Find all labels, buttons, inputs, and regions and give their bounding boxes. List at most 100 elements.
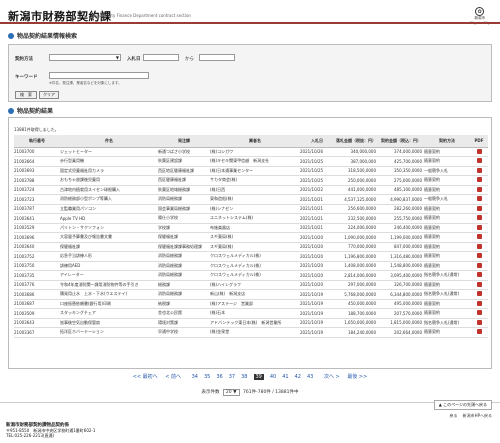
- pdf-icon[interactable]: [476, 300, 482, 306]
- table-cell[interactable]: ジェットヒーター: [60, 147, 158, 157]
- table-row[interactable]: 21003750 訓練用AED 消防局総務課 クロスウェルメディカル(株) 2021/1…: [14, 261, 488, 271]
- table-cell: (株)金泉堂: [210, 327, 300, 338]
- page-link[interactable]: 36: [216, 374, 222, 380]
- table-cell[interactable]: 保健福祉課: [60, 242, 158, 252]
- table-cell: 西区健康福祉課: [158, 175, 210, 186]
- date-to-input[interactable]: [199, 54, 235, 61]
- page-link[interactable]: 39: [253, 374, 264, 380]
- pdf-icon[interactable]: [476, 262, 482, 268]
- table-row[interactable]: 21003752 応急手当訓練人形 消防局総務課 クロスウェルメディカル(株) 2021…: [14, 251, 488, 262]
- table-row[interactable]: 21003700 ジェットヒーター 新通つばさ小学校 (株)コシガワ 2021/10/2…: [14, 147, 488, 157]
- page-link[interactable]: 35: [204, 374, 210, 380]
- pdf-icon[interactable]: [476, 253, 482, 259]
- table-cell: 新山(株) 新潟支店: [210, 289, 300, 300]
- table-cell: クロスウェルメディカル(株): [210, 251, 300, 262]
- table-cell[interactable]: 立監職業用パソコン: [60, 204, 158, 214]
- table-cell[interactable]: Apple TV HD: [60, 213, 158, 224]
- pdf-icon[interactable]: [476, 272, 482, 278]
- pdf-icon[interactable]: [476, 291, 482, 297]
- table-cell: 255,750,0000: [378, 213, 424, 224]
- pdf-icon[interactable]: [476, 205, 482, 211]
- table-row[interactable]: 21003776 令和4年度消防関一課用消防物件等の手引き 総務課 (株)ハイレグラフ…: [14, 280, 488, 290]
- table-cell[interactable]: 古津地内植栽用スイセン球根購入: [60, 185, 158, 195]
- table-cell: 2021/10/22: [300, 185, 334, 195]
- page-link[interactable]: 40: [270, 374, 276, 380]
- table-cell[interactable]: 皆事後空気自動保管扇: [60, 318, 158, 328]
- last-page-link[interactable]: 最後 >>: [347, 374, 367, 380]
- first-page-link[interactable]: << 最初へ: [133, 374, 158, 380]
- table-cell[interactable]: 応急手当訓練人形: [60, 251, 158, 262]
- pdf-icon[interactable]: [476, 310, 482, 316]
- table-cell: 184,240,0000: [334, 327, 378, 338]
- pdf-icon[interactable]: [476, 234, 482, 240]
- table-row[interactable]: 21003509 スタッキングチェア 舎也北公民館 (株)石本 2021/10/19 18…: [14, 308, 488, 319]
- pdf-icon[interactable]: [476, 167, 482, 173]
- pdf-icon[interactable]: [476, 329, 482, 335]
- per-page-select[interactable]: 20 ▼: [222, 389, 240, 396]
- pdf-icon[interactable]: [476, 148, 482, 154]
- pdf-icon[interactable]: [476, 158, 482, 164]
- pdf-icon[interactable]: [476, 281, 482, 287]
- table-cell: 340,000,000: [334, 147, 378, 157]
- search-button[interactable]: 検 索: [15, 91, 37, 99]
- prev-page-link[interactable]: < 前へ: [165, 374, 181, 380]
- clear-button[interactable]: クリア: [39, 91, 59, 99]
- table-cell[interactable]: アイレーター: [60, 270, 158, 281]
- table-row[interactable]: 21003693 固定式児童福祉用カメラ 西区地区健康福祉課 (株)日本通事業センター…: [14, 166, 488, 176]
- pdf-icon[interactable]: [476, 177, 482, 183]
- table-cell[interactable]: 口座振替依頼書(銀行用)印刷: [60, 299, 158, 309]
- page-top-link[interactable]: ▲ このページの先頭へ戻る: [433, 400, 492, 410]
- table-cell: 一般競争入札: [424, 166, 470, 176]
- table-cell[interactable]: スタッキングチェア: [60, 308, 158, 319]
- method-select[interactable]: ▼: [49, 54, 121, 61]
- table-cell[interactable]: おもちゃ放課後児童用: [60, 175, 158, 186]
- table-row[interactable]: 21003787 立監職業用パソコン 国会事業局総務課 (株)シナゼン 2021/10/…: [14, 204, 488, 214]
- table-cell[interactable]: 大容量予算書及び報告書文書: [60, 232, 158, 243]
- city-hp-link[interactable]: 新潟市HPへ戻る: [463, 413, 492, 418]
- table-cell: 2021/10/20: [300, 280, 334, 290]
- page-link[interactable]: 37: [229, 374, 235, 380]
- pdf-icon[interactable]: [476, 224, 482, 230]
- search-section-heading: 物品契約結果情報検索: [8, 31, 492, 40]
- table-cell[interactable]: 歩行型乗用機: [60, 156, 158, 167]
- page-link[interactable]: 34: [192, 374, 198, 380]
- table-row[interactable]: 21003788 おもちゃ放課後児童用 西区健康福祉課 サカタ商会(株) 2021/10…: [14, 175, 488, 186]
- table-cell[interactable]: 消防総務部小型ポンプ等購入: [60, 194, 158, 205]
- pdf-icon[interactable]: [476, 243, 482, 249]
- page-link[interactable]: 43: [307, 374, 313, 380]
- table-row[interactable]: 21003640 保健福祉課 保健福祉課課事務処理課 スギ薬局(株) 2021/10/2…: [14, 242, 488, 252]
- table-row[interactable]: 21003529 パリトン・サクソフォン 学校課 布施楽器店 2021/10/21 224…: [14, 223, 488, 233]
- table-cell[interactable]: 令和4年度消防関一課用消防物件等の手引き: [60, 280, 158, 290]
- table-row[interactable]: 21003724 古津地内植栽用スイセン球根購入 秋葉区地域総務課 (株)日西 2021…: [14, 185, 488, 195]
- table-row[interactable]: 21003664 歩行型乗用機 秋葉区建設課 (株)キセキ関東甲信越 新潟支社 2021…: [14, 156, 488, 167]
- back-link[interactable]: 戻る: [449, 413, 457, 418]
- page-link[interactable]: 41: [282, 374, 288, 380]
- table-cell[interactable]: 積発用止水 上水・下水(ウエステイ): [60, 289, 158, 300]
- pdf-icon[interactable]: [476, 186, 482, 192]
- footer-tel: TEL:025-226-2213(直通): [6, 433, 55, 438]
- keyword-input[interactable]: [49, 72, 149, 79]
- next-page-link[interactable]: 次へ >: [324, 374, 340, 380]
- page-link[interactable]: 38: [241, 374, 247, 380]
- table-cell: 21003750: [14, 261, 60, 271]
- table-row[interactable]: 21003735 アイレーター 消防局総務課 クロスウェルメディカル(株) 2021/1…: [14, 270, 488, 281]
- date-from-input[interactable]: [143, 54, 179, 61]
- table-row[interactable]: 21003723 消防総務部小型ポンプ等購入 消防局総務課 東和造船(株) 2021/1…: [14, 194, 488, 205]
- pdf-icon[interactable]: [476, 196, 482, 202]
- table-row[interactable]: 21003686 積発用止水 上水・下水(ウエステイ) 消防局総務課 新山(株) 新潟…: [14, 289, 488, 300]
- page-link[interactable]: 42: [295, 374, 301, 380]
- table-row[interactable]: 21003641 Apple TV HD 陽仕小学校 ユニネットシステム(株) 2021…: [14, 213, 488, 224]
- table-row[interactable]: 21003643 皆事後空気自動保管扇 環境対策課 アドバンテック東日本(株) 新潟営…: [14, 318, 488, 328]
- table-cell[interactable]: 訓練用AED: [60, 261, 158, 271]
- table-cell[interactable]: 拓洋区ホバーテーション: [60, 327, 158, 338]
- table-cell[interactable]: パリトン・サクソフォン: [60, 223, 158, 233]
- pdf-icon[interactable]: [476, 215, 482, 221]
- pdf-icon[interactable]: [476, 319, 482, 325]
- table-row[interactable]: 21003687 口座振替依頼書(銀行用)印刷 納税課 (株)アステージ 営業部 202…: [14, 299, 488, 309]
- table-row[interactable]: 21003367 拓洋区ホバーテーション 早通中学校 (株)金泉堂 2021/10/19…: [14, 327, 488, 338]
- table-cell: 1,199,000,0000: [378, 232, 424, 243]
- table-row[interactable]: 21003696 大容量予算書及び報告書文書 保健福祉課 スギ薬局(株) 2021/10…: [14, 232, 488, 243]
- table-cell[interactable]: 固定式児童福祉用カメラ: [60, 166, 158, 176]
- table-cell: 随意契約: [424, 327, 470, 338]
- column-header: 発注課: [158, 135, 210, 148]
